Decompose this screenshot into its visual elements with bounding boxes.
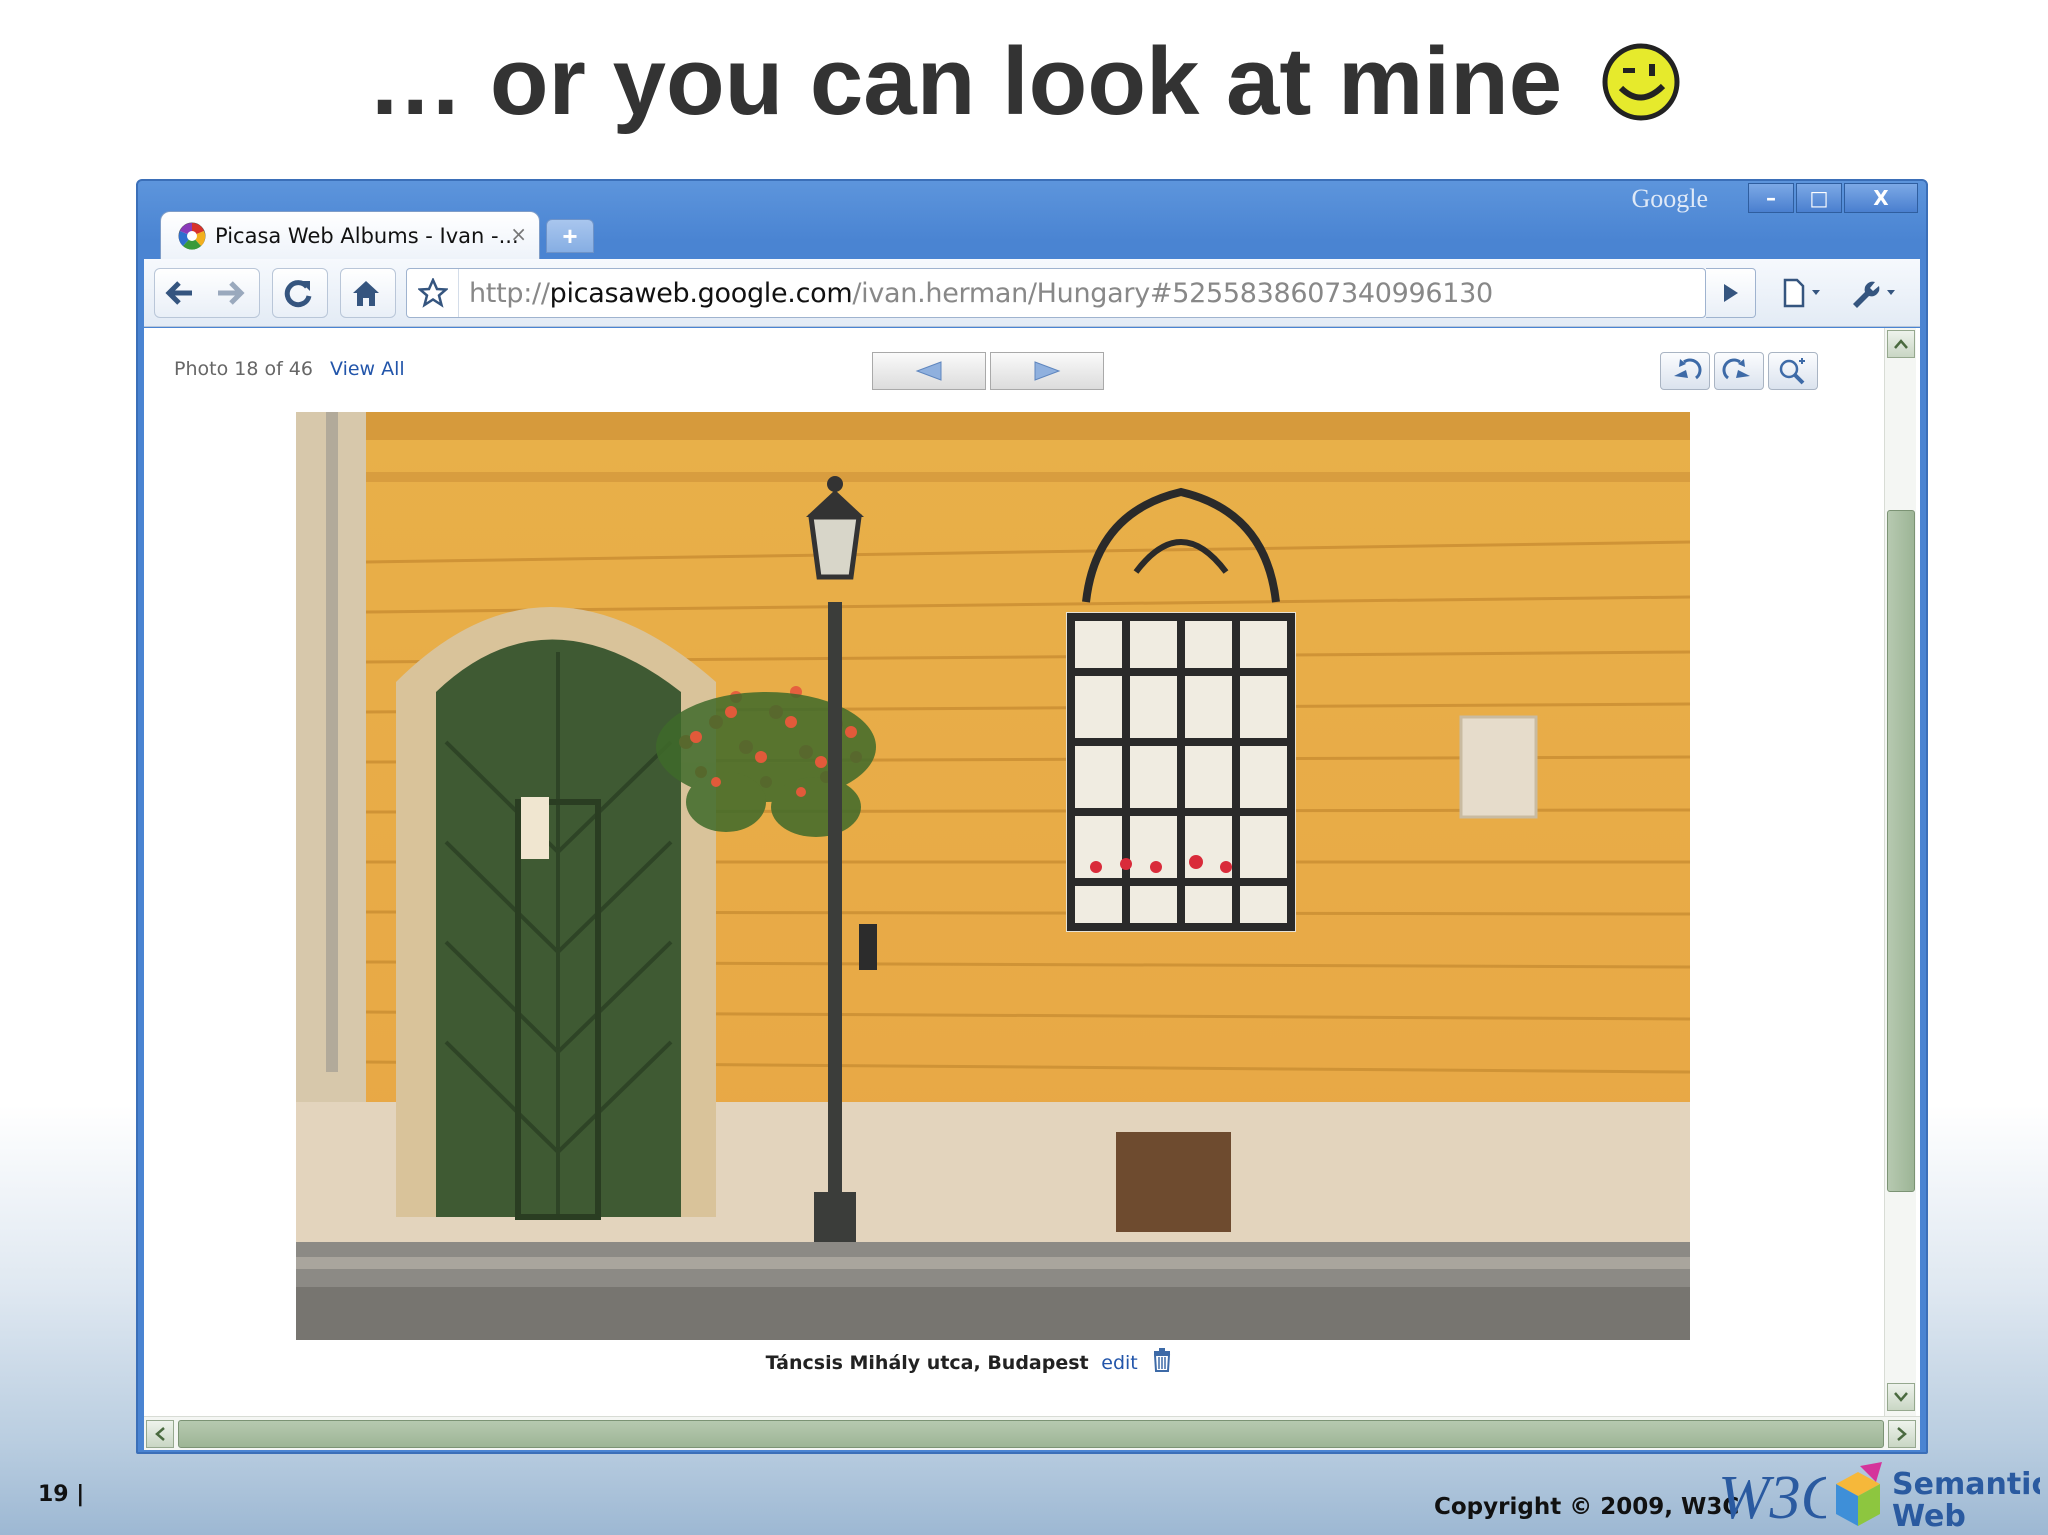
semantic-web-line2: Web — [1892, 1499, 1966, 1532]
tools-menu-button[interactable] — [1844, 268, 1908, 318]
photo-caption: Táncsis Mihály utca, Budapest edit — [144, 1348, 1794, 1374]
address-bar[interactable]: http://picasaweb.google.com/ivan.herman/… — [406, 268, 1706, 318]
next-photo-button[interactable] — [990, 352, 1104, 390]
photo-counter: Photo 18 of 46 — [174, 358, 313, 380]
caption-text: Táncsis Mihály utca, Budapest — [765, 1352, 1089, 1374]
rotate-left-icon — [1674, 358, 1702, 380]
back-button[interactable] — [155, 269, 205, 317]
url-scheme: http:// — [469, 277, 550, 309]
forward-arrow-icon — [218, 281, 245, 305]
tab-title: Picasa Web Albums - Ivan -... — [215, 223, 519, 248]
right-triangle-icon — [1034, 361, 1061, 381]
left-arrow-icon — [155, 1427, 165, 1441]
semantic-web-logo: Semantic Web — [1836, 1462, 2040, 1532]
go-button[interactable] — [1706, 268, 1756, 318]
right-arrow-icon — [1897, 1427, 1907, 1441]
reload-icon-wrap — [273, 269, 323, 317]
home-button[interactable] — [340, 268, 396, 318]
wrench-icon — [1853, 281, 1895, 308]
vertical-scrollbar[interactable] — [1884, 328, 1916, 1416]
home-icon-wrap — [341, 269, 391, 317]
up-arrow-icon — [1894, 339, 1908, 349]
w3c-logo-text: W3C — [1718, 1464, 1826, 1528]
magnifier-icon — [1779, 358, 1805, 385]
close-window-button[interactable]: X — [1844, 183, 1918, 213]
scroll-right-button[interactable] — [1888, 1420, 1916, 1448]
page-content: Photo 18 of 46 View All Táncsis Mihály u… — [144, 328, 1920, 1450]
url-host: picasaweb.google.com — [549, 277, 853, 309]
minimize-button[interactable]: – — [1748, 183, 1794, 213]
view-all-link[interactable]: View All — [330, 358, 405, 380]
maximize-button[interactable]: □ — [1796, 183, 1842, 213]
slide-title: … or you can look at mine — [0, 22, 2048, 142]
horizontal-scrollbar[interactable] — [144, 1416, 1920, 1450]
slide-title-text: … or you can look at mine — [367, 28, 1563, 135]
bookmark-star-button[interactable] — [407, 269, 459, 317]
reload-button[interactable] — [272, 268, 328, 318]
horizontal-scroll-thumb[interactable] — [178, 1420, 1884, 1448]
window-brand: Google — [1631, 184, 1708, 213]
scroll-up-button[interactable] — [1887, 330, 1915, 358]
photo-illustration — [296, 412, 1690, 1340]
home-icon — [353, 281, 379, 306]
page-menu-icon — [1783, 278, 1820, 308]
picasa-icon — [178, 222, 206, 250]
trash-icon[interactable] — [1152, 1348, 1172, 1372]
vertical-scroll-thumb[interactable] — [1887, 510, 1915, 1192]
forward-button[interactable] — [205, 269, 255, 317]
rotate-right-button[interactable] — [1714, 352, 1764, 390]
down-arrow-icon — [1894, 1392, 1908, 1402]
semantic-web-line1: Semantic — [1892, 1467, 2040, 1502]
photo[interactable] — [296, 412, 1690, 1340]
page-number: 19 | — [38, 1482, 85, 1507]
previous-photo-button[interactable] — [872, 352, 986, 390]
window-controls: – □ X — [1746, 183, 1918, 213]
back-arrow-icon — [165, 281, 192, 305]
left-triangle-icon — [915, 361, 942, 381]
play-icon — [1723, 284, 1738, 302]
reload-icon — [284, 280, 312, 308]
tab-close-icon[interactable]: × — [510, 222, 527, 246]
star-icon — [417, 278, 448, 308]
edit-caption-link[interactable]: edit — [1101, 1352, 1137, 1374]
history-buttons — [154, 268, 260, 318]
scroll-left-button[interactable] — [146, 1420, 174, 1448]
copyright-text: Copyright © 2009, W3C — [1434, 1494, 1740, 1520]
new-tab-button[interactable]: + — [546, 219, 594, 253]
url-text: http://picasaweb.google.com/ivan.herman/… — [459, 278, 1493, 309]
winking-smiley-icon — [1602, 43, 1680, 121]
rotate-left-button[interactable] — [1660, 352, 1710, 390]
browser-toolbar: http://picasaweb.google.com/ivan.herman/… — [144, 259, 1920, 327]
zoom-button[interactable] — [1768, 352, 1818, 390]
w3c-logo: W3C — [1718, 1464, 1826, 1528]
page-menu-button[interactable] — [1772, 268, 1836, 318]
rotate-right-icon — [1722, 358, 1750, 380]
url-path: /ivan.herman/Hungary#5255838607340996130 — [852, 277, 1493, 309]
scroll-down-button[interactable] — [1887, 1383, 1915, 1411]
browser-tab[interactable]: Picasa Web Albums - Ivan -... × — [160, 211, 540, 259]
browser-window: Google – □ X Picasa Web Albums - Ivan -.… — [136, 179, 1928, 1454]
